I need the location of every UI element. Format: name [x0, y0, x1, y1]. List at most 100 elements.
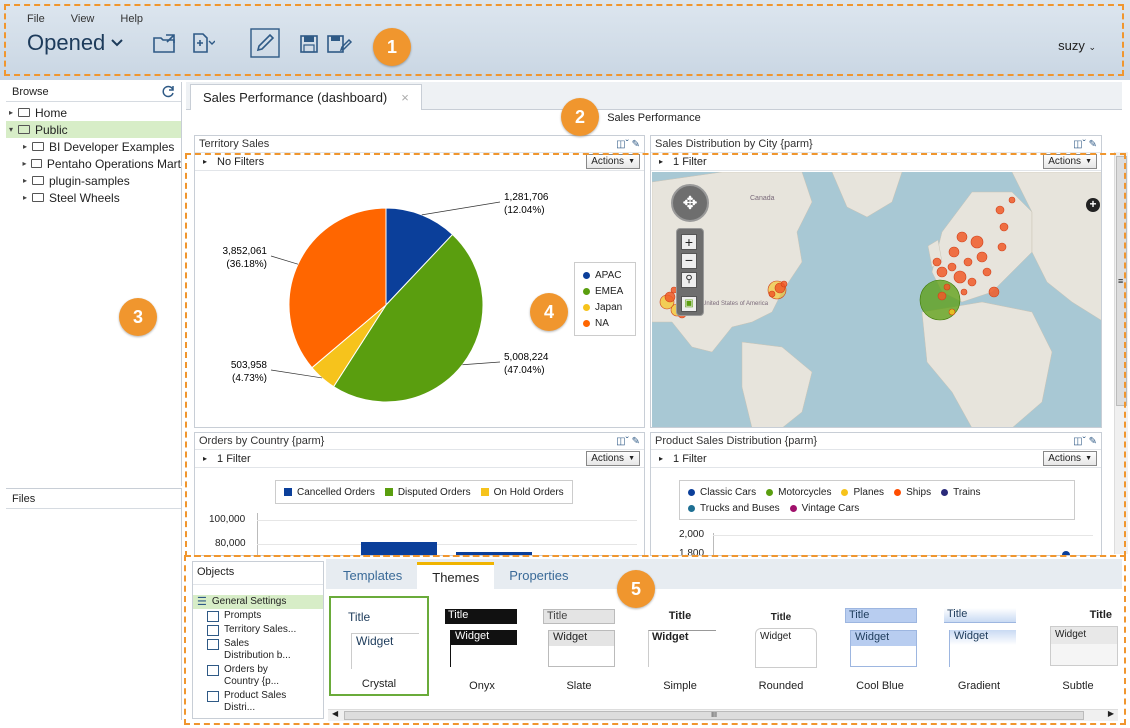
leader-line [270, 255, 299, 265]
legend-item-on-hold[interactable]: On Hold Orders [480, 484, 564, 500]
object-product-sales[interactable]: Product Sales Distri... [193, 689, 293, 715]
legend-item-trucks-and-buses[interactable]: Trucks and Buses [688, 500, 780, 516]
menu-file[interactable]: File [27, 13, 45, 25]
theme-simple[interactable]: Title Widget Simple [641, 596, 719, 696]
tree-item-public[interactable]: ▾ Public [6, 121, 181, 138]
tree-item-steel-wheels[interactable]: ▸ Steel Wheels [6, 189, 181, 206]
dropdown-arrow-icon: ▼ [628, 158, 635, 165]
theme-rounded[interactable]: Title Widget Rounded [741, 596, 821, 696]
tree-item-bi-developer-examples[interactable]: ▸ BI Developer Examples [6, 138, 181, 155]
new-file-icon[interactable] [191, 32, 215, 54]
bar-cancelled-2[interactable] [456, 552, 532, 555]
map-pan-control[interactable]: ✥ [671, 184, 709, 222]
open-folder-icon[interactable] [152, 32, 178, 54]
legend-item-ships[interactable]: Ships [894, 484, 931, 500]
filter-expand-icon[interactable]: ▸ [659, 454, 663, 463]
legend-item-na[interactable]: NA [583, 315, 627, 331]
save-as-icon[interactable] [327, 34, 353, 54]
scroll-left-icon[interactable]: ◀ [332, 709, 338, 718]
data-point[interactable] [1062, 551, 1070, 555]
object-orders-by-country[interactable]: Orders by Country {p... [193, 663, 305, 689]
world-map[interactable]: Canada United States of America ✥ + − ⚲ … [652, 172, 1101, 427]
legend-item-classic-cars[interactable]: Classic Cars [688, 484, 756, 500]
legend-label: Vintage Cars [801, 502, 860, 514]
legend-label: APAC [595, 269, 622, 281]
object-territory-sales[interactable]: Territory Sales... [193, 623, 323, 637]
menu-help[interactable]: Help [120, 13, 143, 25]
theme-subtle[interactable]: Title Widget Subtle [1038, 596, 1118, 696]
theme-slate[interactable]: Title Widget Slate [540, 596, 618, 696]
tree-item-label: plugin-samples [49, 173, 130, 188]
filter-expand-icon[interactable]: ▸ [203, 454, 207, 463]
legend-item-vintage-cars[interactable]: Vintage Cars [789, 500, 860, 516]
tree-item-label: Public [35, 122, 68, 137]
tree-item-plugin-samples[interactable]: ▸ plugin-samples [6, 172, 181, 189]
actions-button[interactable]: Actions ▼ [586, 451, 640, 466]
expand-arrow-icon[interactable]: ▸ [20, 159, 29, 168]
menu-view[interactable]: View [71, 13, 95, 25]
object-prompts[interactable]: Prompts [193, 609, 323, 623]
bar-cancelled-1[interactable] [361, 542, 437, 555]
map-canvas: Canada United States of America [652, 172, 1101, 427]
expand-arrow-icon[interactable]: ▸ [20, 176, 30, 185]
scroll-thumb[interactable]: III [344, 711, 1084, 720]
expand-arrow-icon[interactable]: ▸ [6, 108, 16, 117]
legend-dot [789, 504, 797, 512]
legend-item-planes[interactable]: Planes [841, 484, 884, 500]
user-menu[interactable]: suzy ⌄ [1058, 38, 1096, 53]
actions-button[interactable]: Actions ▼ [1043, 451, 1097, 466]
theme-onyx[interactable]: Title Widget Onyx [442, 596, 522, 696]
zoom-box-icon[interactable]: ⚲ [681, 272, 697, 288]
filter-expand-icon[interactable]: ▸ [203, 157, 207, 166]
tree-item-home[interactable]: ▸ Home [6, 104, 181, 121]
save-icon[interactable] [300, 35, 318, 53]
tree-item-pentaho-operations-mart[interactable]: ▸ Pentaho Operations Mart [6, 155, 181, 172]
map-layers-icon[interactable]: ▣ [681, 296, 697, 312]
perspective-switcher[interactable]: Opened [27, 30, 124, 56]
filter-expand-icon[interactable]: ▸ [659, 157, 663, 166]
actions-button[interactable]: Actions ▼ [586, 154, 640, 169]
tab-properties[interactable]: Properties [494, 562, 583, 589]
expand-arrow-icon[interactable]: ▸ [20, 142, 30, 151]
expand-map-icon[interactable]: + [1086, 198, 1100, 212]
legend-item-trains[interactable]: Trains [941, 484, 981, 500]
tree-item-label: Pentaho Operations Mart [46, 156, 181, 171]
collapse-arrow-icon[interactable]: ▾ [6, 125, 16, 134]
object-sales-distribution[interactable]: Sales Distribution b... [193, 637, 299, 663]
theme-crystal[interactable]: Title Widget Crystal [329, 596, 429, 696]
tab-label: Sales Performance (dashboard) [203, 90, 388, 105]
legend-item-disputed[interactable]: Disputed Orders [384, 484, 471, 500]
tab-sales-performance[interactable]: Sales Performance (dashboard) × [190, 84, 422, 110]
edit-icon[interactable] [250, 28, 280, 58]
tab-themes[interactable]: Themes [417, 562, 495, 589]
legend-item-cancelled[interactable]: Cancelled Orders [284, 484, 375, 500]
expand-arrow-icon[interactable]: ▸ [20, 193, 30, 202]
widget-tools[interactable]: ◫ˇ ✎ [616, 139, 640, 150]
legend-item-japan[interactable]: Japan [583, 299, 627, 315]
widget-tools[interactable]: ◫ˇ ✎ [1073, 436, 1097, 447]
object-general-settings[interactable]: ☰ General Settings [193, 595, 323, 609]
widget-title: Orders by Country {parm} [199, 435, 325, 447]
theme-name: Slate [566, 680, 592, 692]
zoom-in-icon[interactable]: + [681, 234, 697, 250]
close-icon[interactable]: × [401, 90, 409, 105]
legend-item-emea[interactable]: EMEA [583, 283, 627, 299]
widget-title: Sales Distribution by City {parm} [655, 138, 813, 150]
theme-preview-widget: Widget [548, 630, 615, 667]
folder-icon [32, 193, 44, 202]
legend-item-motorcycles[interactable]: Motorcycles [766, 484, 831, 500]
refresh-icon[interactable] [162, 85, 175, 98]
theme-preview-widget: Widget [755, 628, 817, 668]
dashboard-vertical-scrollbar[interactable]: ≡ [1114, 152, 1128, 554]
legend-item-apac[interactable]: APAC [583, 267, 627, 283]
widget-tools[interactable]: ◫ˇ ✎ [1073, 139, 1097, 150]
actions-button[interactable]: Actions ▼ [1043, 154, 1097, 169]
theme-cool-blue[interactable]: Title Widget Cool Blue [840, 596, 920, 696]
scroll-right-icon[interactable]: ▶ [1108, 709, 1114, 718]
zoom-out-icon[interactable]: − [681, 253, 697, 269]
legend-label: Classic Cars [700, 486, 757, 498]
tab-templates[interactable]: Templates [328, 562, 417, 589]
theme-gradient[interactable]: Title Widget Gradient [939, 596, 1019, 696]
widget-tools[interactable]: ◫ˇ ✎ [616, 436, 640, 447]
themes-horizontal-scrollbar[interactable]: ◀ III ▶ [328, 709, 1118, 721]
